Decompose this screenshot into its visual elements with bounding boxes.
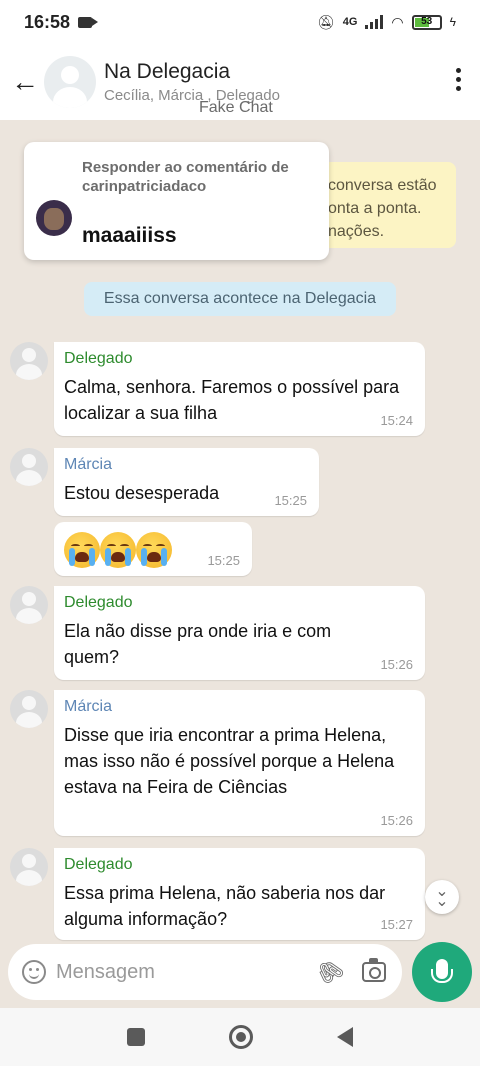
- message-time: 15:26: [380, 813, 413, 828]
- camera-icon[interactable]: [362, 958, 386, 982]
- reply-comment-card: Responder ao comentário de carinpatricia…: [24, 142, 329, 260]
- recents-button[interactable]: [127, 1028, 145, 1046]
- chat-title: Na Delegacia: [104, 60, 231, 83]
- back-arrow-icon[interactable]: ←: [4, 61, 46, 103]
- message-bubble[interactable]: Márcia Estou desesperada 15:25: [54, 448, 319, 516]
- home-button[interactable]: [229, 1025, 253, 1049]
- screen-record-icon: [78, 16, 99, 28]
- message-text: Essa prima Helena, não saberia nos dar a…: [64, 883, 386, 929]
- message-time: 15:26: [380, 657, 413, 672]
- crying-face-icon: [64, 532, 100, 568]
- network-type: 4G: [342, 16, 358, 28]
- message-bubble[interactable]: Delegado Essa prima Helena, não saberia …: [54, 848, 425, 940]
- message-text: Estou desesperada: [64, 483, 220, 503]
- message-bubble[interactable]: Márcia Disse que iria encontrar a prima …: [54, 690, 425, 836]
- chat-area[interactable]: conversa estão onta a ponta. nações. Res…: [0, 120, 480, 940]
- message-text: Disse que iria encontrar a prima Helena,…: [64, 725, 395, 797]
- status-icons: 🔕︎ 4G ◠ 53 ϟ: [317, 14, 456, 31]
- message-input[interactable]: Mensagem: [56, 961, 318, 984]
- message-sender: Márcia: [64, 698, 113, 715]
- message-time: 15:24: [380, 413, 413, 428]
- crying-face-icon: [136, 532, 172, 568]
- group-avatar[interactable]: [44, 56, 96, 108]
- watermark: Fake Chat: [199, 99, 273, 116]
- sender-avatar[interactable]: [10, 586, 48, 624]
- battery-icon: 53: [411, 14, 442, 30]
- status-time: 16:58: [24, 11, 71, 32]
- message-sender: Delegado: [64, 350, 133, 367]
- encryption-line-1: conversa estão: [328, 177, 437, 194]
- charging-icon: ϟ: [449, 15, 456, 29]
- chat-info[interactable]: Na Delegacia Cecília, Márcia , Delegado: [104, 60, 280, 104]
- message-time: 15:27: [380, 917, 413, 932]
- sender-avatar[interactable]: [10, 448, 48, 486]
- battery-level: 53: [421, 15, 433, 27]
- message-time: 15:25: [274, 493, 307, 508]
- reply-card-comment: maaaiiiss: [82, 224, 177, 247]
- message-input-bar[interactable]: Mensagem 🖇︎: [8, 944, 402, 1000]
- sender-avatar[interactable]: [10, 342, 48, 380]
- sender-avatar[interactable]: [10, 690, 48, 728]
- scroll-down-icon[interactable]: ⌄ ⌄: [425, 880, 459, 914]
- message-sender: Delegado: [64, 856, 133, 873]
- mic-icon[interactable]: [412, 942, 472, 1002]
- message-time: 15:25: [207, 553, 240, 568]
- commenter-avatar: [36, 200, 72, 236]
- message-sender: Delegado: [64, 594, 133, 611]
- message-bubble[interactable]: 15:25: [54, 522, 252, 576]
- reply-card-header: Responder ao comentário de carinpatricia…: [82, 159, 289, 195]
- sender-avatar[interactable]: [10, 848, 48, 886]
- message-text: Ela não disse pra onde iria e com quem?: [64, 621, 332, 667]
- system-message: Essa conversa acontece na Delegacia: [84, 282, 396, 316]
- encryption-line-3: nações.: [328, 223, 385, 240]
- message-text: Calma, senhora. Faremos o possível para …: [64, 377, 400, 423]
- mute-icon: 🔕︎: [316, 13, 335, 30]
- more-vert-icon[interactable]: [456, 68, 462, 91]
- wifi-icon: ◠: [391, 13, 404, 30]
- encryption-line-2: onta a ponta.: [328, 200, 422, 217]
- message-bubble[interactable]: Delegado Ela não disse pra onde iria e c…: [54, 586, 425, 680]
- message-sender: Márcia: [64, 456, 113, 473]
- emoji-icon[interactable]: [22, 960, 46, 984]
- status-bar: 16:58 🔕︎ 4G ◠ 53 ϟ: [0, 0, 480, 44]
- system-nav-bar: [0, 1008, 480, 1066]
- crying-face-icon: [100, 532, 136, 568]
- signal-icon: [365, 15, 384, 29]
- nav-back-button[interactable]: [337, 1027, 353, 1047]
- message-bubble[interactable]: Delegado Calma, senhora. Faremos o possí…: [54, 342, 425, 436]
- attach-icon[interactable]: 🖇︎: [311, 953, 348, 990]
